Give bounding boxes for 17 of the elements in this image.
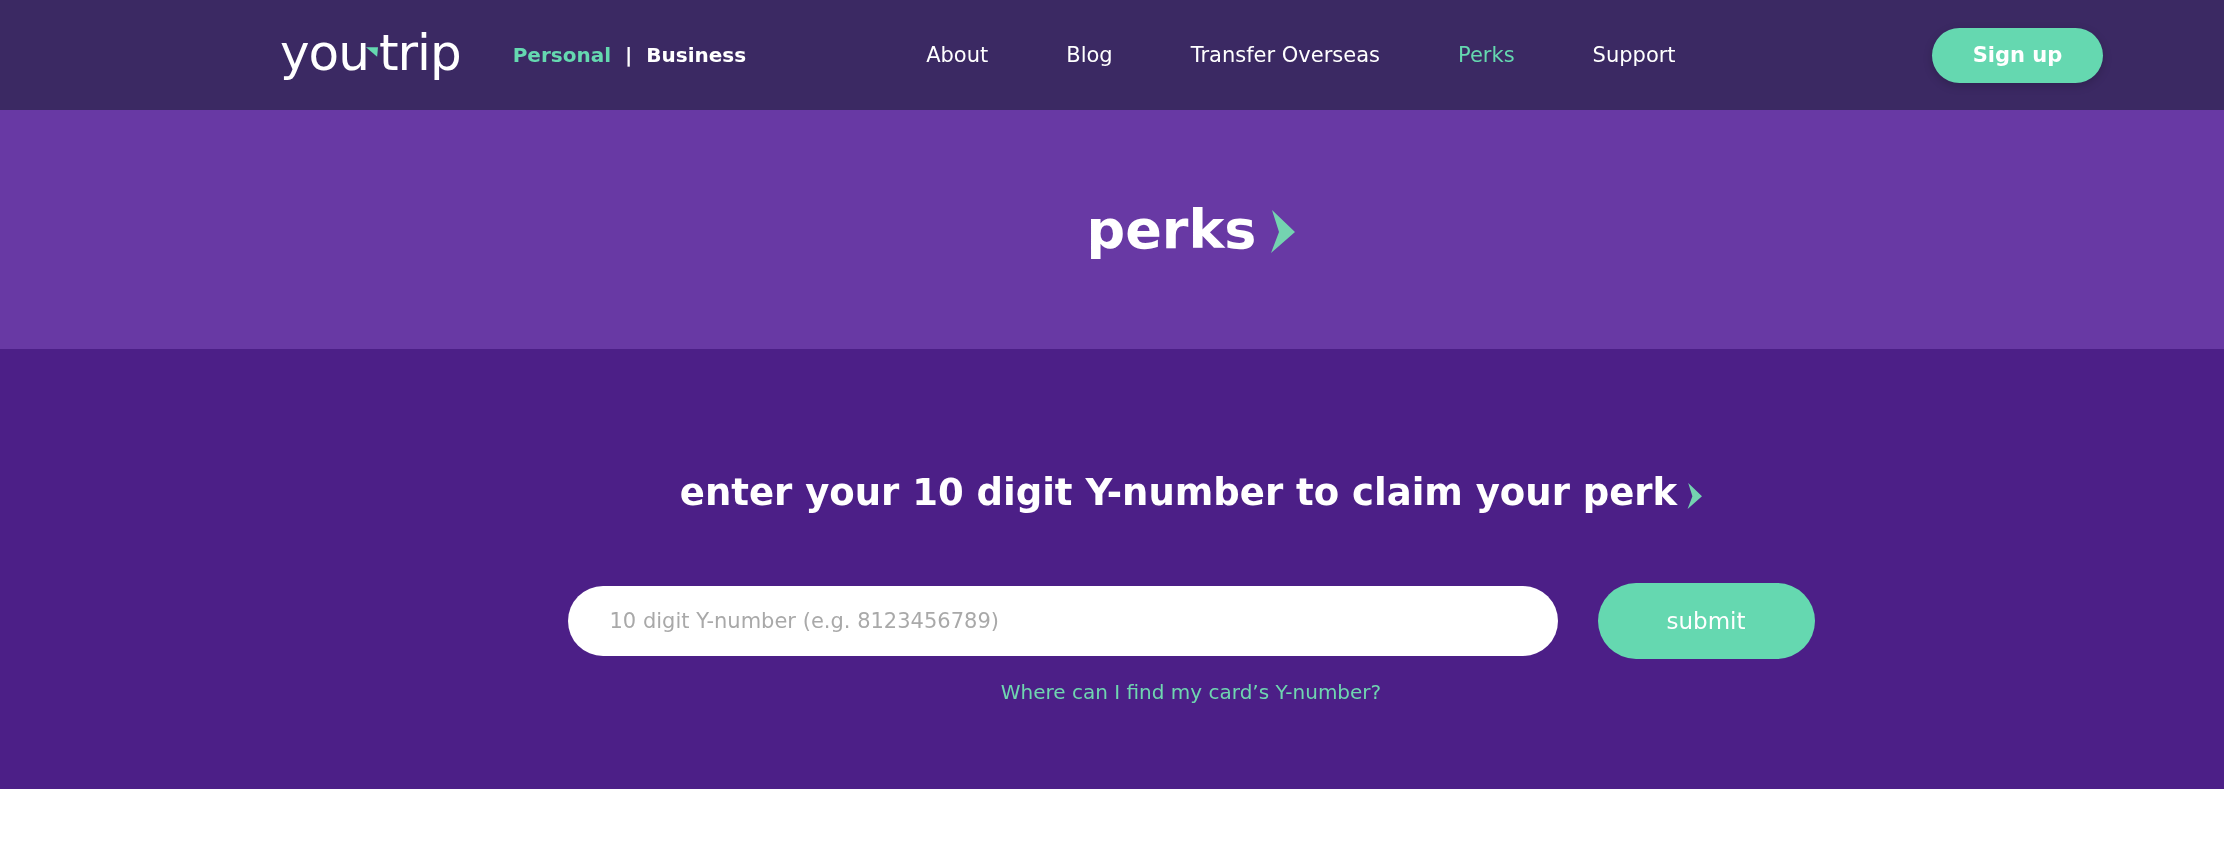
triangle-icon [365, 47, 378, 57]
segment-link[interactable]: Personal [512, 41, 611, 69]
y-number-field[interactable]: 10 digit Y-number (e.g. 8123456789) [567, 586, 1558, 656]
nav-link[interactable]: Perks [1458, 40, 1515, 70]
page-title: perks [1086, 196, 1257, 263]
logo-text[interactable]: you [280, 23, 369, 83]
claim-heading: enter your 10 digit Y-number to claim your perk [679, 470, 1678, 516]
segment-link[interactable]: Business [646, 41, 747, 69]
separator: | [625, 42, 633, 69]
nav-link[interactable]: Support [1592, 40, 1676, 70]
logo-text[interactable]: trip [378, 23, 461, 83]
help-link[interactable]: Where can I find my card’s Y-number? [1000, 677, 1382, 707]
nav-link[interactable]: About [926, 40, 989, 70]
nav-link[interactable]: Blog [1066, 40, 1113, 70]
nav-link[interactable]: Transfer Overseas [1190, 40, 1380, 70]
chevron-icon [1270, 210, 1296, 253]
chevron-icon [1687, 483, 1703, 509]
